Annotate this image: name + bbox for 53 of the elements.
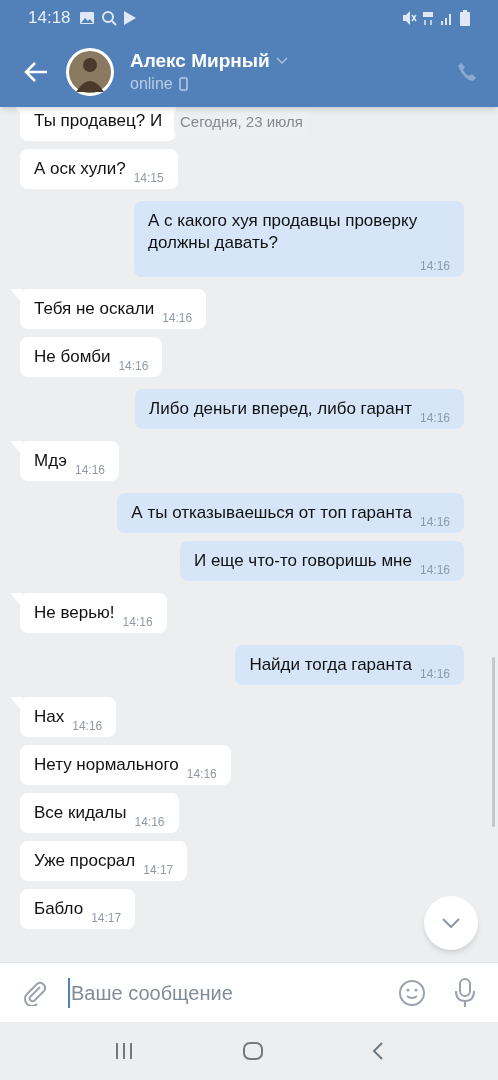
- back-nav-icon[interactable]: [372, 1041, 384, 1061]
- attach-icon[interactable]: [22, 979, 48, 1006]
- phone-device-icon: [178, 76, 188, 91]
- search-icon: [100, 10, 117, 26]
- message-text: И еще что-то говоришь мне: [193, 550, 412, 572]
- message-time: 14:16: [186, 767, 217, 781]
- message-time: 14:17: [91, 911, 122, 925]
- message-text: Нах: [34, 706, 65, 728]
- message-text: Не верью!: [34, 602, 115, 624]
- emoji-icon[interactable]: [398, 978, 426, 1007]
- message-time: 14:17: [143, 863, 174, 877]
- signal-icon: [440, 11, 454, 25]
- message-text: Бабло: [34, 898, 84, 920]
- contact-status: online: [130, 73, 173, 94]
- message-text: Мдэ: [34, 450, 67, 472]
- message-time: 14:16: [72, 719, 103, 733]
- recent-apps-icon[interactable]: [114, 1042, 134, 1060]
- message-time: 14:16: [419, 515, 450, 529]
- message-text: Тебя не оскали: [34, 298, 155, 320]
- play-store-icon: [122, 10, 137, 26]
- message-text: Ты продавец? И: [34, 110, 163, 132]
- chevron-down-icon[interactable]: [275, 56, 288, 65]
- scroll-down-button[interactable]: [424, 896, 478, 950]
- battery-icon: [460, 10, 470, 26]
- message-text: А с какого хуя продавцы проверку должны давать?: [148, 210, 419, 254]
- message-text: Найди тогда гаранта: [249, 654, 412, 676]
- image-icon: [78, 11, 95, 25]
- message-time: 14:16: [419, 411, 450, 425]
- mute-icon: [402, 10, 418, 26]
- home-icon[interactable]: [242, 1041, 264, 1061]
- message-time: 14:16: [419, 259, 450, 273]
- message-time: 14:16: [74, 463, 105, 477]
- message-text: Либо деньги вперед, либо гарант: [149, 398, 412, 420]
- message-text: Нету нормального: [34, 754, 179, 776]
- message-text: Не бомби: [34, 346, 111, 368]
- avatar-icon[interactable]: [66, 47, 114, 96]
- message-text: А оск хули?: [34, 158, 126, 180]
- message-time: 14:15: [133, 171, 164, 185]
- message-text: А ты отказываешься от топ гаранта: [131, 502, 412, 524]
- message-text: Все кидалы: [34, 802, 127, 824]
- message-composer[interactable]: Ваше сообщение: [0, 962, 498, 1022]
- message-time: 14:16: [419, 563, 450, 577]
- contact-name[interactable]: Алекс Мирный: [130, 48, 270, 73]
- message-time: 14:16: [122, 615, 153, 629]
- message-time: 14:16: [134, 815, 165, 829]
- message-text: Уже просрал: [34, 850, 136, 872]
- message-time: 14:16: [162, 311, 193, 325]
- microphone-icon[interactable]: [454, 977, 476, 1008]
- message-input[interactable]: Ваше сообщение: [68, 977, 398, 1008]
- status-time: 14:18: [28, 7, 71, 30]
- message-time: 14:16: [118, 359, 149, 373]
- chevron-down-icon: [442, 918, 460, 928]
- message-time: 14:16: [419, 667, 450, 681]
